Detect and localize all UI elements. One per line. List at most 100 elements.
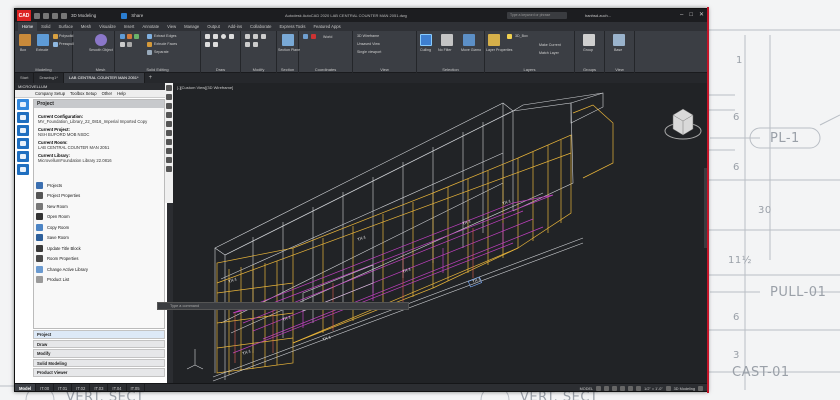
new-tab-icon[interactable]: +: [145, 75, 157, 81]
no-filter-icon[interactable]: [441, 34, 453, 46]
annotation-scale[interactable]: 1/2" = 1'-0": [644, 387, 663, 391]
vtab-library-icon[interactable]: [17, 125, 29, 136]
polar-icon[interactable]: [620, 386, 626, 391]
minimize-icon[interactable]: –: [680, 11, 683, 19]
action-project-properties[interactable]: Project Properties: [34, 191, 164, 202]
rotate-icon[interactable]: [245, 42, 250, 47]
extract-edges-icon[interactable]: [147, 34, 152, 39]
base-view-icon[interactable]: [613, 34, 625, 46]
filetab-drawing1[interactable]: Drawing1*: [34, 73, 64, 83]
layout-tab-it02[interactable]: IT.02: [72, 383, 91, 391]
mirror-icon[interactable]: [261, 34, 266, 39]
tab-addins[interactable]: Add-ins: [224, 22, 246, 31]
grid-icon[interactable]: [596, 386, 602, 391]
move-icon[interactable]: [245, 34, 250, 39]
extract-edges-button[interactable]: Extract Edges: [154, 34, 176, 38]
fillet-icon[interactable]: [120, 42, 125, 47]
model-space-toggle[interactable]: MODEL: [580, 387, 594, 391]
presspull-icon[interactable]: [53, 42, 58, 47]
vtab-camera-icon[interactable]: [17, 138, 29, 149]
action-open-room[interactable]: Open Room: [34, 212, 164, 223]
action-update-title-block[interactable]: Update Title Block: [34, 243, 164, 254]
section-plane-button[interactable]: Section Plane: [278, 48, 300, 52]
polysolid-button[interactable]: Polysolid: [59, 34, 73, 38]
tab-featured[interactable]: Featured Apps: [309, 22, 344, 31]
section-plane-icon[interactable]: [282, 34, 294, 46]
maximize-icon[interactable]: □: [689, 11, 693, 19]
extrude-faces-button[interactable]: Extrude Faces: [154, 42, 177, 46]
vtab-products-icon[interactable]: [17, 112, 29, 123]
smooth-object-icon[interactable]: [95, 34, 107, 46]
layout-tab-it01[interactable]: IT.01: [54, 383, 73, 391]
open-icon[interactable]: [34, 12, 40, 19]
tab-express[interactable]: Express Tools: [275, 22, 309, 31]
action-new-room[interactable]: New Room: [34, 201, 164, 212]
user-account[interactable]: hanhsd.zuch...: [585, 13, 611, 18]
filetab-start[interactable]: Start: [15, 73, 35, 83]
subtract-icon[interactable]: [127, 34, 132, 39]
separate-button[interactable]: Separate: [154, 50, 169, 54]
base-view-button[interactable]: Base: [614, 48, 622, 52]
tab-home[interactable]: Home: [18, 22, 38, 31]
gear-icon[interactable]: [665, 386, 671, 391]
vtab-settings-icon[interactable]: [17, 164, 29, 175]
action-projects[interactable]: Projects: [34, 180, 164, 191]
erase-icon[interactable]: [253, 42, 258, 47]
action-save-room[interactable]: Save Room: [34, 233, 164, 244]
polyline-icon[interactable]: [213, 34, 218, 39]
tab-mesh[interactable]: Mesh: [77, 22, 95, 31]
tab-collaborate[interactable]: Collaborate: [246, 22, 275, 31]
tool-icon-5[interactable]: [166, 121, 172, 127]
circle-icon[interactable]: [221, 34, 226, 39]
visual-style-select[interactable]: 3D Wireframe: [357, 34, 379, 38]
search-input[interactable]: Type a keyword or phrase: [507, 12, 567, 19]
redo-icon[interactable]: [61, 12, 67, 19]
tab-output[interactable]: Output: [203, 22, 224, 31]
presspull-button[interactable]: Presspull: [59, 42, 74, 46]
separate-icon[interactable]: [147, 50, 152, 55]
tool-icon-3[interactable]: [166, 103, 172, 109]
culling-icon[interactable]: [420, 34, 432, 46]
tab-visualize[interactable]: Visualize: [95, 22, 120, 31]
extrude-button[interactable]: Extrude: [36, 48, 48, 52]
union-icon[interactable]: [120, 34, 125, 39]
rectangle-icon[interactable]: [205, 42, 210, 47]
make-current-button[interactable]: Make Current: [539, 43, 561, 47]
tool-icon-4[interactable]: [166, 112, 172, 118]
command-input[interactable]: Type a command: [157, 302, 409, 310]
action-room-properties[interactable]: Room Properties: [34, 254, 164, 265]
tool-icon-6[interactable]: [166, 130, 172, 136]
filetab-lab-central[interactable]: LAB CENTRAL COUNTER MAN 2051*: [63, 73, 145, 83]
save-icon[interactable]: [43, 12, 49, 19]
tab-solid[interactable]: Solid: [37, 22, 54, 31]
menu-help[interactable]: Help: [117, 91, 126, 96]
workspace-switch[interactable]: 3D Modeling: [674, 387, 695, 391]
extrude-faces-icon[interactable]: [147, 42, 152, 47]
app-logo[interactable]: CAD: [17, 10, 31, 21]
chamfer-icon[interactable]: [127, 42, 132, 47]
tool-icon-8[interactable]: [166, 148, 172, 154]
move-gizmo-button[interactable]: Move Gizmo: [461, 48, 481, 52]
move-gizmo-icon[interactable]: [463, 34, 475, 46]
ucs-origin-icon[interactable]: [311, 34, 316, 39]
section-draw[interactable]: Draw: [33, 339, 165, 348]
tool-icon-7[interactable]: [166, 139, 172, 145]
layout-tab-model[interactable]: Model: [15, 383, 37, 391]
tab-surface[interactable]: Surface: [54, 22, 76, 31]
tool-icon-9[interactable]: [166, 157, 172, 163]
tab-insert[interactable]: Insert: [120, 22, 138, 31]
close-icon[interactable]: ✕: [699, 11, 704, 19]
menu-toolbox-setup[interactable]: Toolbox Setup: [70, 91, 97, 96]
intersect-icon[interactable]: [134, 34, 139, 39]
viewcube[interactable]: [664, 108, 702, 140]
ucs-select[interactable]: World: [323, 35, 332, 39]
action-change-library[interactable]: Change Active Library: [34, 264, 164, 275]
layout-tab-it00[interactable]: IT.00: [36, 383, 55, 391]
workspace-select[interactable]: 3D Modeling: [71, 13, 96, 18]
tab-manage[interactable]: Manage: [180, 22, 203, 31]
no-filter-button[interactable]: No Filter: [438, 48, 452, 52]
ortho-icon[interactable]: [612, 386, 618, 391]
share-icon[interactable]: [121, 12, 128, 19]
layout-tab-it03[interactable]: IT.03: [90, 383, 109, 391]
layout-tab-it05[interactable]: IT.05: [127, 383, 145, 391]
